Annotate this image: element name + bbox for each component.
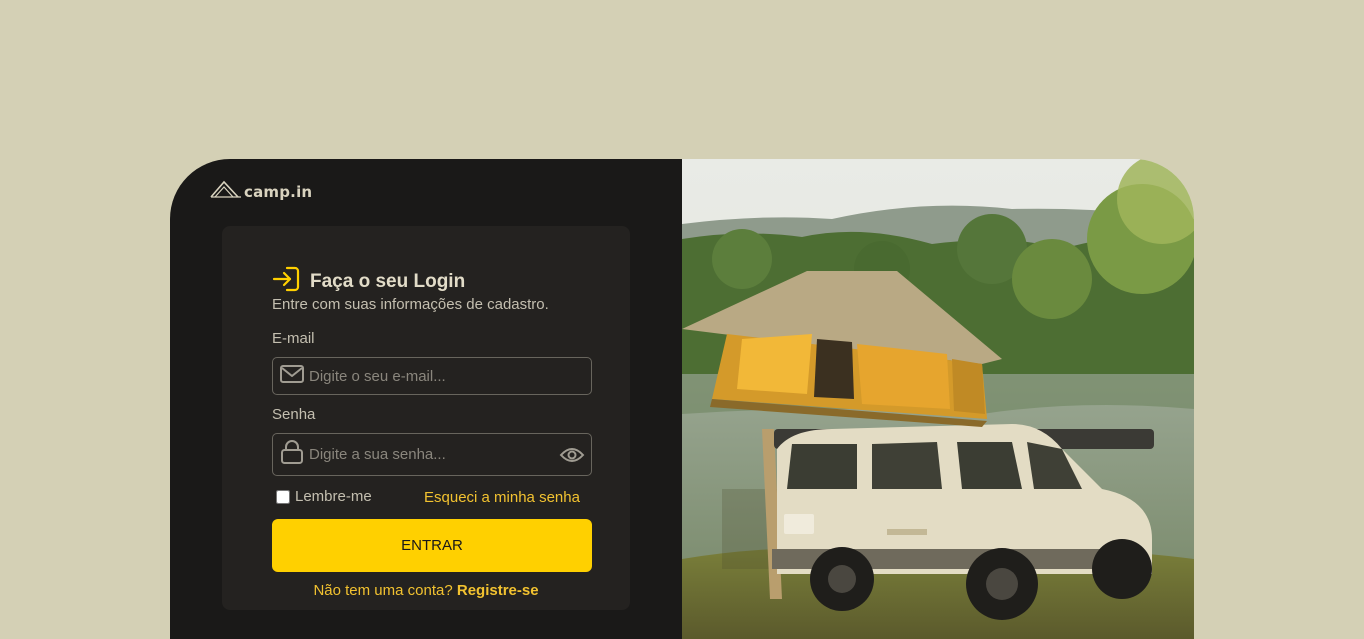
login-button[interactable]: ENTRAR — [272, 519, 592, 572]
password-field[interactable] — [272, 433, 592, 476]
tent-logo-icon — [210, 179, 242, 204]
brand-name: camp.in — [244, 182, 313, 201]
remember-checkbox[interactable] — [276, 489, 290, 504]
brand-logo[interactable]: camp.in — [210, 179, 312, 204]
email-field[interactable] — [272, 357, 592, 395]
signup-link[interactable]: Registre-se — [457, 582, 539, 599]
signup-prompt-text: Não tem uma conta? — [313, 582, 453, 599]
page-title: Faça o seu Login — [310, 270, 466, 292]
login-panel: Faça o seu Login Entre com suas informaç… — [222, 226, 630, 610]
password-input[interactable] — [305, 433, 559, 476]
eye-icon[interactable] — [559, 446, 585, 464]
hero-image — [682, 159, 1194, 639]
email-label: E-mail — [272, 330, 315, 347]
password-label: Senha — [272, 406, 316, 423]
signup-prompt: Não tem uma conta? Registre-se — [222, 582, 630, 599]
mail-icon — [279, 363, 305, 390]
login-card: camp.in Faça o seu Login Entre com suas … — [170, 159, 1194, 639]
login-subtitle: Entre com suas informações de cadastro. — [272, 296, 549, 313]
forgot-password-link[interactable]: Esqueci a minha senha — [424, 489, 580, 506]
login-arrow-icon — [272, 266, 300, 297]
remember-label: Lembre-me — [295, 488, 372, 505]
remember-me[interactable]: Lembre-me — [276, 488, 372, 505]
login-side: camp.in Faça o seu Login Entre com suas … — [170, 159, 682, 639]
lock-icon — [279, 439, 305, 470]
login-header: Faça o seu Login — [272, 266, 465, 297]
email-input[interactable] — [305, 357, 591, 395]
